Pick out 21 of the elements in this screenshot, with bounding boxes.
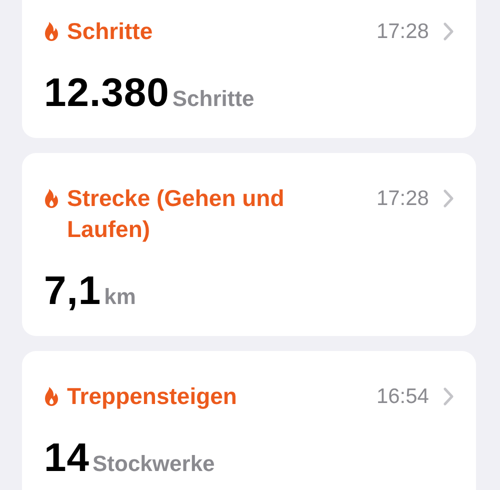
flame-icon	[44, 387, 59, 406]
metric-value: 14	[44, 436, 90, 481]
card-title: Strecke (Gehen und Laufen)	[67, 184, 286, 244]
chevron-right-icon[interactable]	[443, 387, 454, 406]
summary-card[interactable]: Treppensteigen 16:54 14Stockwerke	[22, 351, 476, 490]
metric-value: 7,1	[44, 269, 102, 314]
metric-unit: km	[104, 284, 136, 310]
card-title: Schritte	[67, 17, 153, 46]
flame-icon	[44, 22, 59, 41]
timestamp: 17:28	[376, 19, 429, 45]
flame-icon	[44, 189, 59, 208]
metric-value: 12.380	[44, 71, 170, 116]
chevron-right-icon[interactable]	[443, 22, 454, 41]
metric-unit: Schritte	[172, 86, 254, 112]
summary-card[interactable]: Schritte 17:28 12.380 Schritte	[22, 0, 476, 138]
summary-card[interactable]: Strecke (Gehen und Laufen) 17:28 7,1 km	[22, 153, 476, 336]
chevron-right-icon[interactable]	[443, 189, 454, 208]
card-title: Treppensteigen	[67, 382, 237, 411]
metric-unit: Stockwerke	[92, 451, 215, 477]
timestamp: 16:54	[376, 384, 429, 410]
timestamp: 17:28	[376, 186, 429, 212]
